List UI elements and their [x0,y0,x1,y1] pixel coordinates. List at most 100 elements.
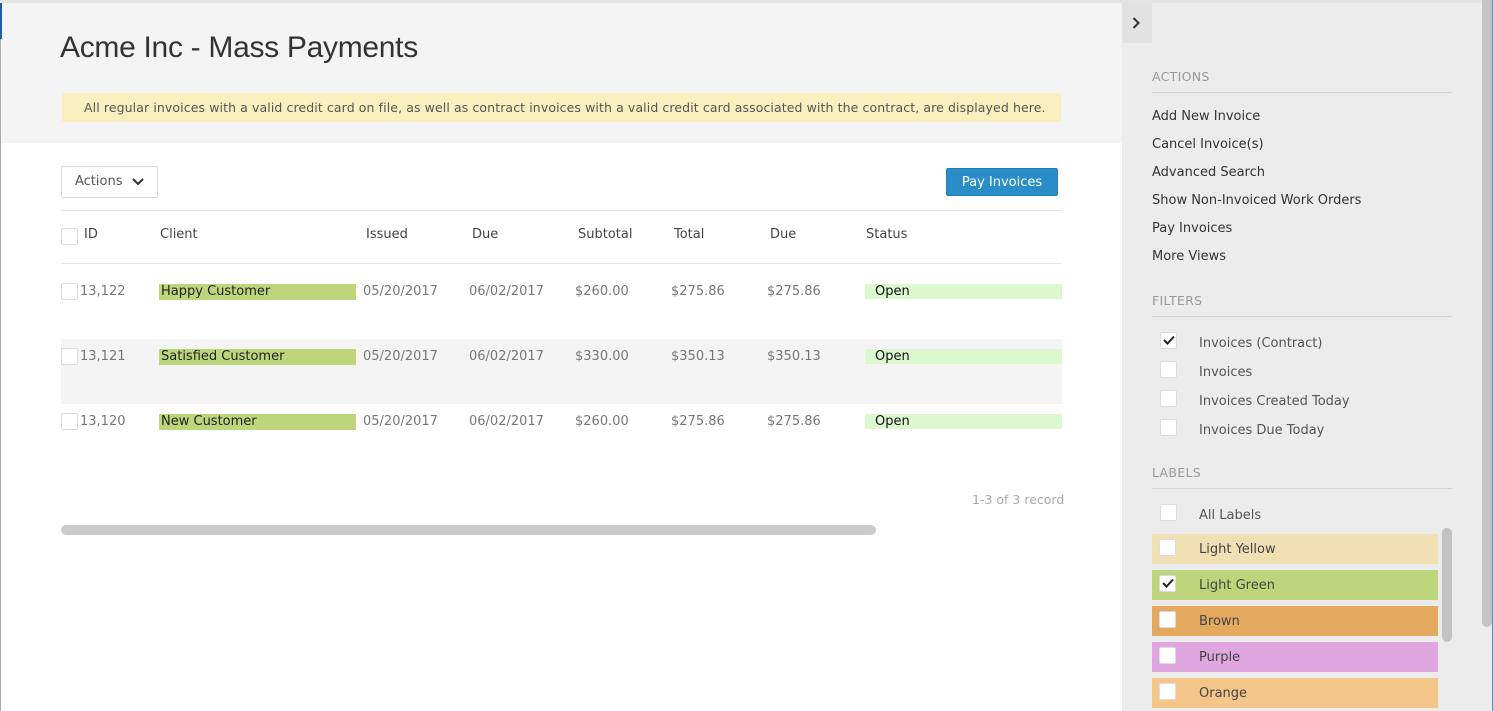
label-checkbox[interactable] [1159,683,1176,700]
column-header-amount-due[interactable]: Due [770,227,796,242]
invoice-id[interactable]: 13,121 [80,349,126,364]
table-row[interactable]: 13,120 New Customer 05/20/2017 06/02/201… [61,404,1062,469]
labels-heading: LABELS [1152,465,1201,480]
actions-heading: ACTIONS [1152,69,1210,84]
filter-label: Invoices Due Today [1199,423,1325,438]
page-title: Acme Inc - Mass Payments [60,31,418,64]
column-header-total[interactable]: Total [674,227,704,242]
label-orange[interactable]: Orange [1152,678,1438,708]
sidebar-action-add-new-invoice[interactable]: Add New Invoice [1152,109,1260,124]
label-name: Purple [1199,650,1241,665]
chevron-down-icon [132,178,144,186]
filter-invoices-contract[interactable]: Invoices (Contract) [1152,332,1442,356]
sidebar-action-pay-invoices[interactable]: Pay Invoices [1152,221,1232,236]
table-row[interactable]: 13,122 Happy Customer 05/20/2017 06/02/2… [61,261,1062,326]
issued-date: 05/20/2017 [363,349,438,364]
page-header: Acme Inc - Mass Payments All regular inv… [2,3,1122,143]
main-content: Acme Inc - Mass Payments All regular inv… [2,3,1122,711]
label-checkbox-checked[interactable] [1159,575,1176,592]
filter-invoices-created-today[interactable]: Invoices Created Today [1152,390,1442,414]
column-header-issued[interactable]: Issued [366,227,408,242]
column-header-id[interactable]: ID [84,227,98,242]
amount-due: $275.86 [767,284,821,299]
pagination-info: 1-3 of 3 record [972,492,1065,507]
total: $350.13 [671,349,725,364]
info-notice: All regular invoices with a valid credit… [62,93,1061,122]
select-all-checkbox[interactable] [61,228,78,245]
total: $275.86 [671,414,725,429]
label-checkbox[interactable] [1160,504,1177,521]
collapse-sidebar-button[interactable] [1122,3,1152,43]
left-border [0,39,1,711]
subtotal: $260.00 [575,414,629,429]
divider [1152,316,1452,317]
divider [1152,92,1452,93]
column-header-status[interactable]: Status [866,227,907,242]
client-name[interactable]: Happy Customer [159,284,356,300]
amount-due: $350.13 [767,349,821,364]
filter-label: Invoices Created Today [1199,394,1350,409]
issued-date: 05/20/2017 [363,284,438,299]
label-checkbox[interactable] [1159,539,1176,556]
filter-checkbox[interactable] [1160,361,1177,378]
table-row[interactable]: 13,121 Satisfied Customer 05/20/2017 06/… [61,339,1062,404]
filter-label: Invoices (Contract) [1199,336,1323,351]
divider [61,210,1062,211]
subtotal: $260.00 [575,284,629,299]
row-checkbox[interactable] [61,413,78,430]
page-scrollbar-thumb[interactable] [1482,0,1492,627]
pay-invoices-button[interactable]: Pay Invoices [946,168,1058,196]
label-name: Light Green [1199,578,1275,593]
checkmark-icon [1162,578,1174,588]
total: $275.86 [671,284,725,299]
right-sidebar: ACTIONS Add New Invoice Cancel Invoice(s… [1122,3,1482,711]
amount-due: $275.86 [767,414,821,429]
table-header: ID Client Issued Due Subtotal Total Due … [61,223,1062,263]
label-all-labels[interactable]: All Labels [1152,504,1442,528]
due-date: 06/02/2017 [469,414,544,429]
row-checkbox[interactable] [61,348,78,365]
filter-invoices-due-today[interactable]: Invoices Due Today [1152,419,1442,443]
actions-dropdown-label: Actions [75,174,123,189]
label-name: Light Yellow [1199,542,1276,557]
invoice-id[interactable]: 13,120 [80,414,126,429]
filter-checkbox[interactable] [1160,390,1177,407]
label-purple[interactable]: Purple [1152,642,1438,672]
column-header-client[interactable]: Client [160,227,198,242]
label-checkbox[interactable] [1159,611,1176,628]
filter-label: Invoices [1199,365,1253,380]
invoice-id[interactable]: 13,122 [80,284,126,299]
chevron-right-icon [1132,17,1140,29]
label-brown[interactable]: Brown [1152,606,1438,636]
sidebar-action-show-non-invoiced-work-orders[interactable]: Show Non-Invoiced Work Orders [1152,193,1361,208]
labels-scrollbar[interactable] [1442,528,1452,642]
subtotal: $330.00 [575,349,629,364]
label-checkbox[interactable] [1159,647,1176,664]
due-date: 06/02/2017 [469,349,544,364]
checkmark-icon [1163,335,1175,345]
client-name[interactable]: New Customer [159,414,356,430]
filters-heading: FILTERS [1152,293,1203,308]
status-badge: Open [865,349,1062,364]
sidebar-action-more-views[interactable]: More Views [1152,249,1226,264]
label-light-yellow[interactable]: Light Yellow [1152,534,1438,564]
status-badge: Open [865,284,1062,299]
label-name: All Labels [1199,508,1262,523]
divider [1152,488,1452,489]
column-header-due-date[interactable]: Due [472,227,498,242]
actions-dropdown[interactable]: Actions [61,166,158,198]
issued-date: 05/20/2017 [363,414,438,429]
filter-checkbox-checked[interactable] [1160,332,1177,349]
sidebar-action-cancel-invoices[interactable]: Cancel Invoice(s) [1152,137,1264,152]
sidebar-action-advanced-search[interactable]: Advanced Search [1152,165,1265,180]
status-badge: Open [865,414,1062,429]
label-light-green[interactable]: Light Green [1152,570,1438,600]
client-name[interactable]: Satisfied Customer [159,349,356,365]
filter-checkbox[interactable] [1160,419,1177,436]
horizontal-scrollbar[interactable] [61,525,876,535]
label-name: Brown [1199,614,1240,629]
column-header-subtotal[interactable]: Subtotal [578,227,632,242]
row-checkbox[interactable] [61,283,78,300]
filter-invoices[interactable]: Invoices [1152,361,1442,385]
label-name: Orange [1199,686,1248,701]
